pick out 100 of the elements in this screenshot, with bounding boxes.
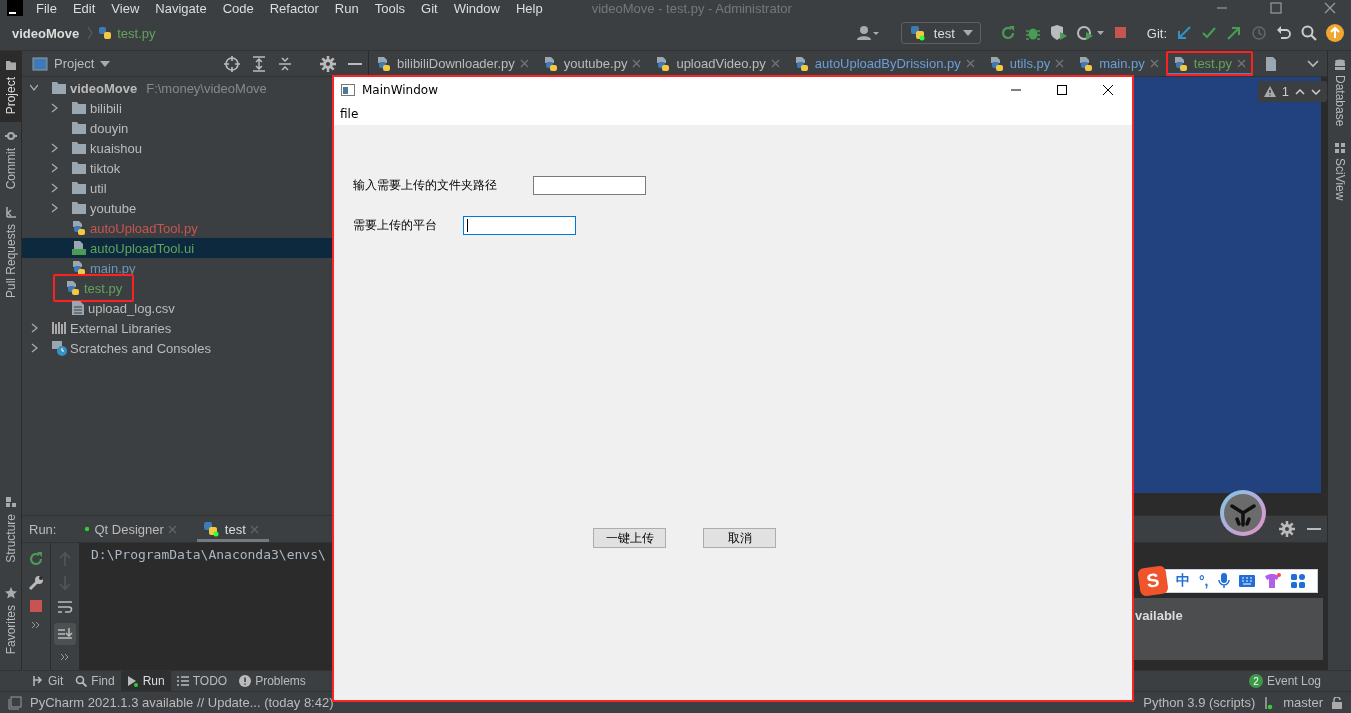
tree-item[interactable]: Scratches and Consoles bbox=[70, 340, 211, 356]
folder-icon bbox=[71, 121, 87, 135]
tree-item[interactable]: bilibili bbox=[90, 100, 122, 116]
run-tab[interactable]: test bbox=[196, 516, 269, 542]
punctuation-toggle[interactable]: °, bbox=[1199, 573, 1209, 589]
run-label: Run: bbox=[29, 521, 57, 537]
tool-window-tab[interactable]: SciView bbox=[1328, 134, 1351, 209]
menu-item[interactable]: file bbox=[340, 107, 359, 121]
tree-item[interactable]: kuaishou bbox=[90, 140, 143, 156]
locate-icon[interactable] bbox=[224, 55, 240, 72]
structure-icon bbox=[4, 495, 17, 508]
status-message[interactable]: PyCharm 2021.1.3 available // Update... (today 8:42) bbox=[30, 695, 334, 710]
folder-icon bbox=[71, 141, 87, 155]
editor-tab[interactable]: autoUploadByDrission.py bbox=[786, 51, 982, 76]
event-log-button[interactable]: 2 Event Log bbox=[1248, 674, 1321, 688]
profiler-icon[interactable] bbox=[1076, 25, 1105, 41]
branch-selector[interactable]: master bbox=[1283, 695, 1323, 710]
scroll-to-end-icon[interactable] bbox=[54, 623, 76, 645]
breadcrumb-item[interactable]: test.py bbox=[117, 25, 156, 41]
editor-tab[interactable]: bilibiliDownloader.py bbox=[369, 51, 536, 76]
menu-item[interactable]: View bbox=[111, 0, 140, 16]
menu-item[interactable]: Tools bbox=[374, 0, 406, 16]
shirt-icon[interactable] bbox=[1263, 573, 1282, 589]
project-view-dropdown[interactable]: Project bbox=[32, 56, 111, 71]
hide-icon[interactable] bbox=[1307, 527, 1321, 531]
tool-window-tab[interactable]: Commit bbox=[0, 122, 21, 198]
tree-item[interactable]: util bbox=[90, 180, 107, 196]
input-field[interactable] bbox=[463, 215, 576, 235]
editor-tab[interactable]: uploadVideo.py bbox=[648, 51, 787, 76]
input-mode-toggle[interactable]: 中 bbox=[1176, 572, 1190, 590]
tree-item[interactable]: youtube bbox=[90, 200, 137, 216]
tree-item[interactable]: External Libraries bbox=[70, 320, 172, 336]
tab-list-icon[interactable] bbox=[1307, 59, 1319, 68]
editor-tab[interactable]: youtube.py bbox=[535, 51, 649, 76]
file-icon[interactable] bbox=[1265, 55, 1278, 72]
rerun-icon[interactable] bbox=[999, 25, 1016, 41]
git-label: Git: bbox=[1146, 25, 1167, 41]
stop-icon[interactable] bbox=[1113, 26, 1128, 40]
user-icon[interactable] bbox=[855, 25, 880, 41]
grid-icon[interactable] bbox=[1290, 574, 1305, 588]
settings-icon[interactable] bbox=[320, 55, 336, 72]
more-icon[interactable] bbox=[60, 653, 70, 661]
update-project-icon[interactable] bbox=[1176, 25, 1192, 41]
rerun-icon[interactable] bbox=[28, 551, 44, 567]
editor-tab[interactable]: main.py bbox=[1071, 51, 1166, 76]
tool-window-tab[interactable]: Structure bbox=[0, 487, 21, 571]
menu-item[interactable]: Git bbox=[421, 0, 438, 16]
breadcrumb-item[interactable]: videoMove bbox=[12, 25, 80, 41]
editor-tab[interactable]: utils.py bbox=[981, 51, 1072, 76]
tool-window-button[interactable]: TODO bbox=[170, 671, 234, 691]
stop-icon[interactable] bbox=[29, 599, 43, 613]
tool-window-button[interactable]: Git bbox=[26, 671, 70, 691]
lock-icon[interactable] bbox=[1331, 696, 1343, 709]
menu-item[interactable]: Refactor bbox=[269, 0, 319, 16]
push-icon[interactable] bbox=[1226, 25, 1242, 41]
shield-run-icon[interactable] bbox=[1049, 25, 1068, 41]
menu-item[interactable]: Run bbox=[334, 0, 359, 16]
menu-item[interactable]: Window bbox=[453, 0, 500, 16]
collapse-all-icon[interactable] bbox=[278, 55, 292, 72]
menu-item[interactable]: Help bbox=[515, 0, 543, 16]
down-chevron-icon[interactable] bbox=[1311, 88, 1321, 95]
tool-window-tab[interactable]: Database bbox=[1328, 51, 1351, 135]
tree-item[interactable]: douyin bbox=[90, 120, 129, 136]
maximize-icon[interactable] bbox=[1056, 84, 1068, 96]
tree-item[interactable]: upload_log.csv bbox=[88, 300, 175, 316]
close-icon[interactable] bbox=[1102, 84, 1114, 96]
tool-window-tab[interactable]: Favorites bbox=[0, 578, 21, 662]
menu-item[interactable]: Navigate bbox=[155, 0, 207, 16]
keyboard-icon[interactable] bbox=[1238, 575, 1255, 587]
tool-window-tab[interactable]: Project bbox=[0, 51, 21, 123]
input-field[interactable] bbox=[533, 175, 646, 195]
run-tab[interactable]: Qt Designer bbox=[78, 516, 187, 542]
up-chevron-icon[interactable] bbox=[1295, 88, 1305, 95]
expand-all-icon[interactable] bbox=[252, 55, 266, 72]
undo-icon[interactable] bbox=[1276, 25, 1292, 41]
menu-item[interactable]: Code bbox=[222, 0, 254, 16]
microphone-icon[interactable] bbox=[1217, 573, 1230, 589]
settings-icon[interactable] bbox=[1279, 521, 1295, 537]
menu-item[interactable]: File bbox=[36, 0, 57, 16]
push-button[interactable]: 一键上传 bbox=[593, 528, 666, 548]
floating-assistant-icon[interactable] bbox=[1219, 489, 1267, 537]
run-configuration-dropdown[interactable]: test bbox=[900, 22, 981, 44]
tool-window-button[interactable]: Problems bbox=[233, 671, 312, 691]
tree-item[interactable]: videoMove bbox=[70, 80, 138, 96]
soft-wrap-icon[interactable] bbox=[57, 599, 73, 615]
tool-window-tab[interactable]: Pull Requests bbox=[0, 197, 21, 306]
tree-item[interactable]: tiktok bbox=[90, 160, 121, 176]
interpreter-selector[interactable]: Python 3.9 (scripts) bbox=[1143, 695, 1256, 710]
layout-icon[interactable] bbox=[8, 695, 22, 710]
push-button[interactable]: 取消 bbox=[703, 528, 776, 548]
folder-icon bbox=[71, 201, 87, 215]
inspection-widget[interactable]: 1 bbox=[1257, 81, 1327, 102]
tool-window-button[interactable]: Find bbox=[69, 671, 121, 691]
menu-item[interactable]: Edit bbox=[72, 0, 96, 16]
check-icon[interactable] bbox=[1201, 25, 1217, 41]
search-icon[interactable] bbox=[1301, 25, 1317, 41]
more-icon[interactable] bbox=[31, 621, 41, 629]
wrench-icon[interactable] bbox=[28, 575, 44, 591]
tool-window-button[interactable]: Run bbox=[120, 671, 171, 691]
update-available-icon[interactable] bbox=[1326, 24, 1344, 42]
